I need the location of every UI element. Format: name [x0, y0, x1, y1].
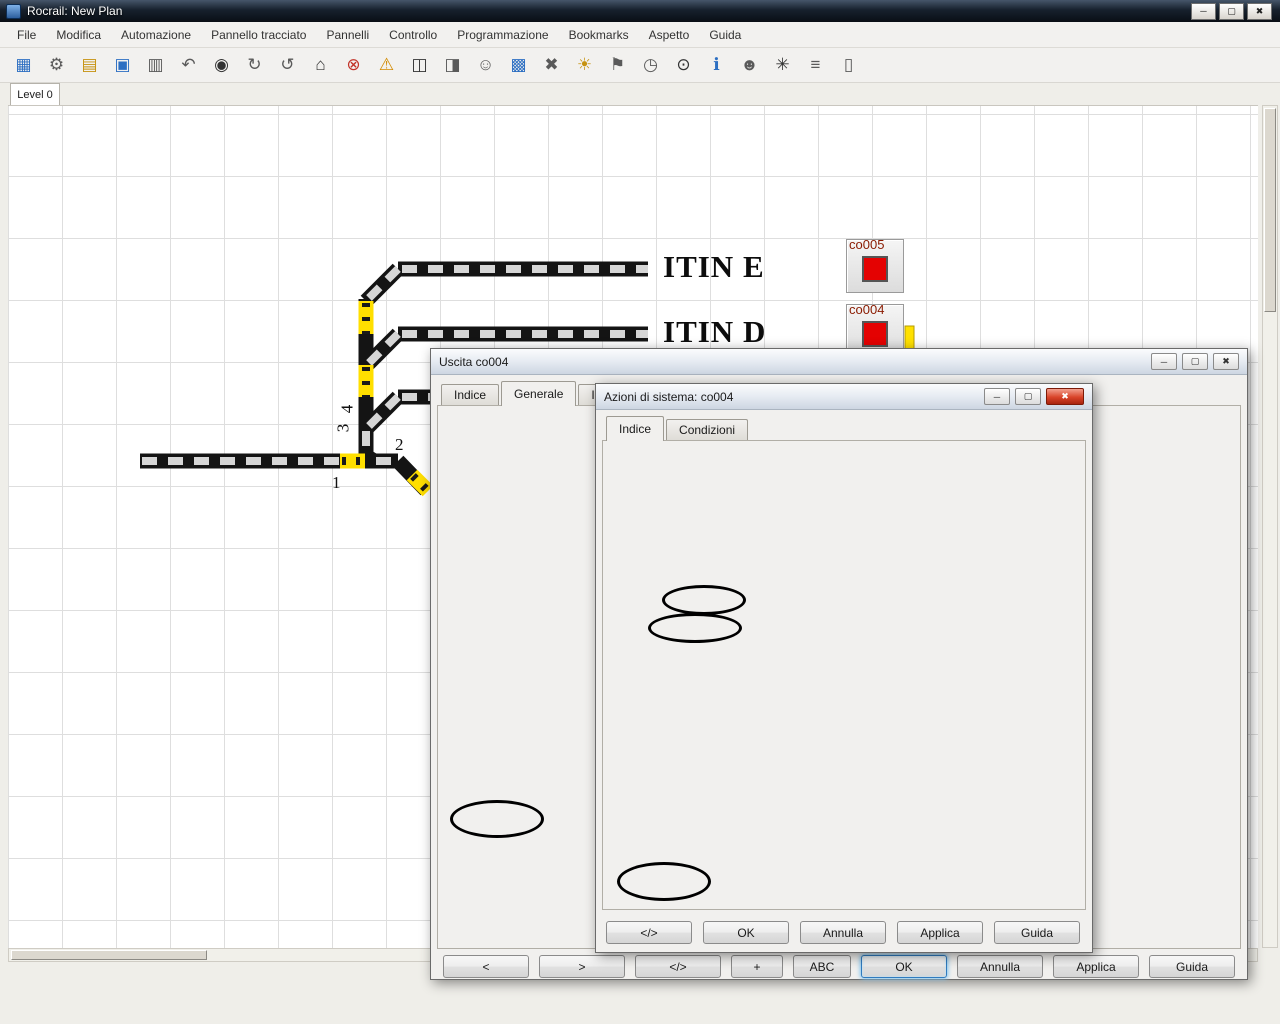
menu-guida[interactable]: Guida — [700, 24, 750, 46]
tab-level-0[interactable]: Level 0 — [10, 83, 60, 105]
panel-icon[interactable]: ▩ — [505, 52, 532, 79]
messages-icon[interactable]: ☺ — [472, 52, 499, 79]
azioni-tab-panel — [602, 440, 1086, 910]
menu-modifica[interactable]: Modifica — [47, 24, 110, 46]
home-icon[interactable]: ⌂ — [307, 52, 334, 79]
menu-pannelli[interactable]: Pannelli — [317, 24, 378, 46]
brightness-icon[interactable]: ☀ — [571, 52, 598, 79]
power-icon[interactable]: ◉ — [208, 52, 235, 79]
menu-automazione[interactable]: Automazione — [112, 24, 200, 46]
uscita-titlebar[interactable]: Uscita co004 ─ ▢ ✖ — [431, 349, 1247, 375]
close-icon[interactable]: ✖ — [1213, 353, 1239, 370]
tab-condizioni[interactable]: Condizioni — [666, 419, 748, 440]
uscita-button-row: < > </> + ABC OK Annulla Applica Guida — [443, 955, 1239, 978]
maximize-icon[interactable]: ▢ — [1219, 3, 1244, 20]
undo-icon[interactable]: ↶ — [175, 52, 202, 79]
tab-indice[interactable]: Indice — [441, 384, 499, 405]
red-light-icon — [862, 256, 888, 282]
train-icon[interactable]: ◫ — [406, 52, 433, 79]
next-button[interactable]: > — [539, 955, 625, 978]
signal-label-co004: co004 — [849, 302, 884, 317]
menu-pannello-tracciato[interactable]: Pannello tracciato — [202, 24, 315, 46]
users-icon[interactable]: ☻ — [736, 52, 763, 79]
maximize-icon[interactable]: ▢ — [1182, 353, 1208, 370]
tab-indice[interactable]: Indice — [606, 416, 664, 441]
annotation-ellipse-azioni — [450, 800, 544, 838]
workspace-icon[interactable]: ▦ — [10, 52, 37, 79]
minimize-icon[interactable]: ─ — [1151, 353, 1177, 370]
route-label-itin-d: ITIN D — [663, 314, 766, 350]
save-icon[interactable]: ▣ — [109, 52, 136, 79]
guida-button[interactable]: Guida — [1149, 955, 1235, 978]
minimize-icon[interactable]: ─ — [1191, 3, 1216, 20]
annotation-ellipse-stato — [648, 613, 742, 643]
annotation-ellipse-id — [662, 585, 746, 615]
properties-icon[interactable]: ⚙ — [43, 52, 70, 79]
azioni-title: Azioni di sistema: co004 — [604, 390, 733, 404]
signal-icon[interactable]: ⚑ — [604, 52, 631, 79]
menu-aspetto[interactable]: Aspetto — [640, 24, 699, 46]
output-button-co005[interactable]: co005 — [846, 239, 904, 293]
azioni-titlebar[interactable]: Azioni di sistema: co004 ─ ▢ ✖ — [596, 384, 1092, 410]
rotate-icon[interactable]: ↺ — [274, 52, 301, 79]
loco-icon[interactable]: ◨ — [439, 52, 466, 79]
red-light-icon — [862, 321, 888, 347]
debug-icon[interactable]: ✳ — [769, 52, 796, 79]
route-number-4: 4 — [337, 405, 357, 414]
app-icon — [6, 4, 21, 19]
route-label-itin-e: ITIN E — [663, 249, 765, 285]
clipboard-icon[interactable]: ▯ — [835, 52, 862, 79]
ok-button[interactable]: OK — [861, 955, 947, 978]
applica-button[interactable]: Applica — [897, 921, 983, 944]
stop-icon[interactable]: ⊗ — [340, 52, 367, 79]
print-icon[interactable]: ▥ — [142, 52, 169, 79]
route-number-3: 3 — [333, 424, 353, 433]
open-icon[interactable]: ▤ — [76, 52, 103, 79]
annulla-button[interactable]: Annulla — [957, 955, 1043, 978]
xml-button[interactable]: </> — [606, 921, 692, 944]
search-icon[interactable]: ⊙ — [670, 52, 697, 79]
emergency-icon[interactable]: ⚠ — [373, 52, 400, 79]
info-icon[interactable]: ℹ — [703, 52, 730, 79]
xml-button[interactable]: </> — [635, 955, 721, 978]
menu-file[interactable]: File — [8, 24, 45, 46]
prev-button[interactable]: < — [443, 955, 529, 978]
h-scroll-thumb[interactable] — [11, 950, 207, 960]
ok-button[interactable]: OK — [703, 921, 789, 944]
menu-bookmarks[interactable]: Bookmarks — [560, 24, 638, 46]
sync-icon[interactable]: ↻ — [241, 52, 268, 79]
close-icon[interactable]: ✖ — [1046, 388, 1084, 405]
signal-label-co005: co005 — [849, 237, 884, 252]
add-button[interactable]: + — [731, 955, 783, 978]
applica-button[interactable]: Applica — [1053, 955, 1139, 978]
annotation-ellipse-aggiungi — [617, 862, 711, 901]
azioni-button-row: </> OK Annulla Applica Guida — [606, 921, 1084, 944]
clock-icon[interactable]: ◷ — [637, 52, 664, 79]
annulla-button[interactable]: Annulla — [800, 921, 886, 944]
tab-generale[interactable]: Generale — [501, 381, 576, 406]
minimize-icon[interactable]: ─ — [984, 388, 1010, 405]
toolbar: ▦ ⚙ ▤ ▣ ▥ ↶ ◉ ↻ ↺ ⌂ ⊗ ⚠ ◫ ◨ ☺ ▩ ✖ ☀ ⚑ ◷ … — [0, 48, 1280, 83]
menu-controllo[interactable]: Controllo — [380, 24, 446, 46]
window-title: Rocrail: New Plan — [27, 4, 122, 18]
route-number-2: 2 — [395, 435, 404, 455]
uscita-title: Uscita co004 — [439, 355, 508, 369]
route-number-1: 1 — [332, 473, 341, 493]
vertical-scrollbar[interactable] — [1262, 105, 1278, 948]
v-scroll-thumb[interactable] — [1264, 108, 1276, 312]
close-icon[interactable]: ✖ — [1247, 3, 1272, 20]
menu-programmazione[interactable]: Programmazione — [448, 24, 557, 46]
log-icon[interactable]: ≡ — [802, 52, 829, 79]
maximize-icon[interactable]: ▢ — [1015, 388, 1041, 405]
abc-button[interactable]: ABC — [793, 955, 851, 978]
guida-button[interactable]: Guida — [994, 921, 1080, 944]
title-bar: Rocrail: New Plan ─ ▢ ✖ — [0, 0, 1280, 22]
menu-bar: File Modifica Automazione Pannello tracc… — [0, 22, 1280, 48]
routes-icon[interactable]: ✖ — [538, 52, 565, 79]
